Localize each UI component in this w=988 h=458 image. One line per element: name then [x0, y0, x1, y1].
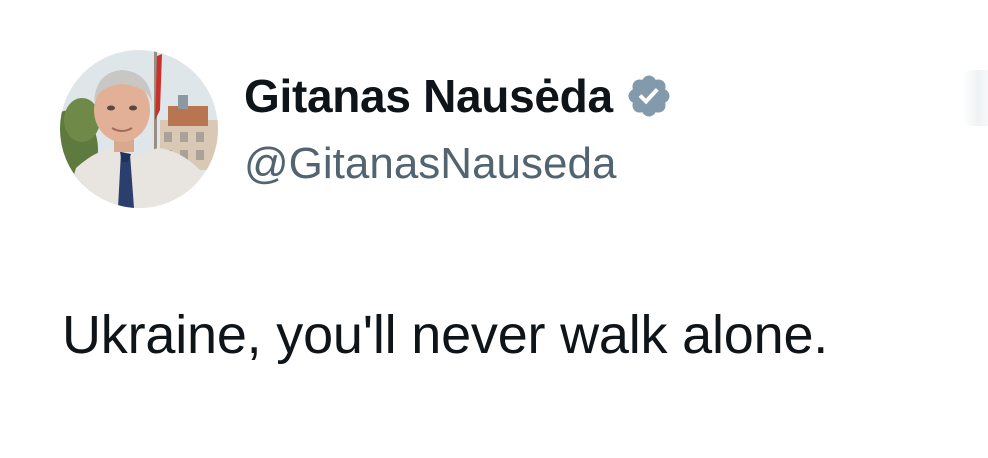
avatar-photo-icon [60, 50, 218, 208]
author-display-name[interactable]: Gitanas Nausėda [244, 68, 613, 124]
tweet-card[interactable]: Gitanas Nausėda @GitanasNauseda Ukraine,… [0, 0, 988, 458]
author-name-row: Gitanas Nausėda [244, 68, 673, 124]
more-options-icon[interactable] [962, 70, 988, 126]
author-handle[interactable]: @GitanasNauseda [244, 136, 616, 192]
verified-badge-icon[interactable] [625, 72, 673, 120]
tweet-text: Ukraine, you'll never walk alone. [62, 305, 829, 365]
author-avatar[interactable] [60, 50, 218, 208]
